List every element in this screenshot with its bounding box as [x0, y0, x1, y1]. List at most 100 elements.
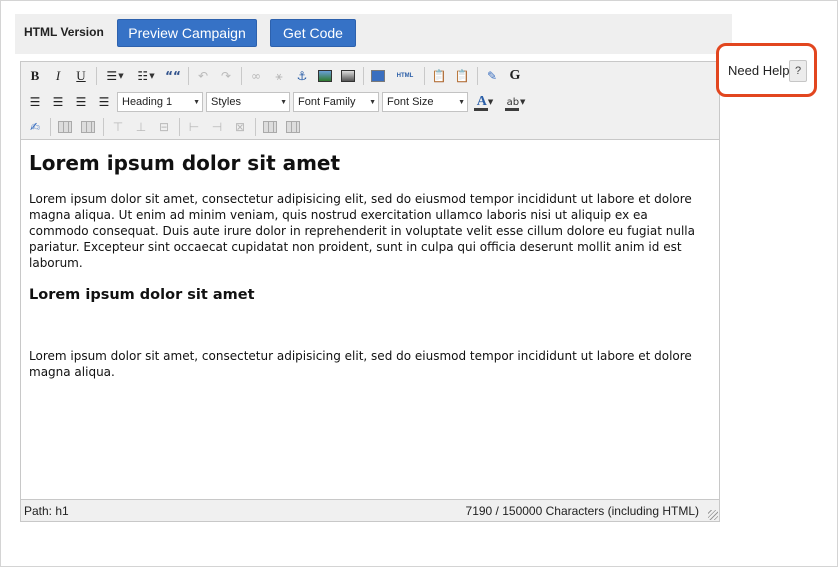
- align-justify-button[interactable]: ☰: [94, 92, 114, 112]
- bold-button[interactable]: B: [25, 66, 45, 86]
- rich-text-editor: B I U ☰▼ ☷▼ ““ ↶ ↷ ∞ ⚹ ⚓ HTML 📋 �: [20, 61, 720, 522]
- unlink-button[interactable]: ⚹: [269, 66, 289, 86]
- align-right-icon: ☰: [75, 95, 87, 109]
- insert-col-after-icon: ⊣: [211, 120, 223, 134]
- toolbar-separator: [241, 67, 242, 85]
- align-left-icon: ☰: [29, 95, 41, 109]
- bullet-list-icon: ☰: [106, 69, 118, 83]
- paste-word-button[interactable]: 📋: [452, 66, 472, 86]
- resize-grip-icon[interactable]: [708, 510, 718, 520]
- chevron-down-icon: ▼: [280, 98, 287, 106]
- italic-button[interactable]: I: [48, 66, 68, 86]
- editor-statusbar: Path: h1 7190 / 150000 Characters (inclu…: [21, 499, 719, 521]
- unlink-icon: ⚹: [275, 68, 283, 83]
- chevron-down-icon: ▼: [118, 72, 124, 80]
- heading-select[interactable]: Heading 1 ▼: [117, 92, 203, 112]
- split-cells-button[interactable]: [260, 117, 280, 137]
- underline-button[interactable]: U: [71, 66, 91, 86]
- merge-cells-button[interactable]: [283, 117, 303, 137]
- insert-row-before-icon: ⊤: [112, 120, 124, 134]
- insert-col-before-button[interactable]: ⊢: [184, 117, 204, 137]
- heading-select-value: Heading 1: [122, 96, 173, 108]
- chevron-down-icon: ▼: [487, 98, 494, 106]
- align-center-button[interactable]: ☰: [48, 92, 68, 112]
- delete-row-icon: ⊟: [158, 120, 170, 134]
- preview-icon: [371, 70, 385, 82]
- html-source-button[interactable]: HTML: [391, 66, 419, 86]
- link-button[interactable]: ∞: [246, 66, 266, 86]
- image-button[interactable]: [338, 66, 358, 86]
- element-path: Path: h1: [24, 504, 69, 518]
- google-button[interactable]: G: [505, 66, 525, 86]
- highlight-color-icon: ab: [506, 96, 520, 108]
- insert-image-icon: [318, 70, 332, 82]
- chevron-down-icon: ▼: [149, 72, 155, 80]
- undo-icon: ↶: [197, 69, 209, 83]
- align-center-icon: ☰: [52, 95, 64, 109]
- toolbar-separator: [477, 67, 478, 85]
- redo-icon: ↷: [220, 69, 232, 83]
- paste-text-button[interactable]: 📋: [429, 66, 449, 86]
- insert-row-after-button[interactable]: ⊥: [131, 117, 151, 137]
- get-code-button[interactable]: Get Code: [270, 19, 356, 47]
- chevron-down-icon: ▼: [193, 98, 200, 106]
- align-right-button[interactable]: ☰: [71, 92, 91, 112]
- numbered-list-button[interactable]: ☷ ▼: [132, 66, 160, 86]
- content-heading-2: Lorem ipsum dolor sit amet: [29, 287, 255, 303]
- table-row-props-button[interactable]: [55, 117, 75, 137]
- table-icon: [58, 121, 72, 133]
- edit-button[interactable]: ✍: [25, 117, 45, 137]
- paste-text-icon: 📋: [431, 69, 447, 83]
- edit-icon: ✍: [29, 120, 41, 134]
- toolbar-row-1: B I U ☰▼ ☷▼ ““ ↶ ↷ ∞ ⚹ ⚓ HTML 📋 �: [25, 65, 528, 87]
- need-help-label: Need Help: [728, 63, 790, 78]
- insert-col-before-icon: ⊢: [188, 120, 200, 134]
- italic-icon: I: [55, 68, 61, 83]
- highlight-color-swatch: [505, 108, 519, 111]
- delete-col-icon: ⊠: [234, 120, 246, 134]
- text-color-button[interactable]: A ▼: [471, 92, 499, 112]
- content-heading-1: Lorem ipsum dolor sit amet: [29, 151, 341, 175]
- insert-row-before-button[interactable]: ⊤: [108, 117, 128, 137]
- insert-row-after-icon: ⊥: [135, 120, 147, 134]
- insert-col-after-button[interactable]: ⊣: [207, 117, 227, 137]
- toolbar-separator: [255, 118, 256, 136]
- blockquote-button[interactable]: ““: [163, 66, 183, 86]
- redo-button[interactable]: ↷: [216, 66, 236, 86]
- blockquote-icon: ““: [165, 69, 181, 83]
- help-button[interactable]: ?: [789, 60, 807, 82]
- editor-toolbar: B I U ☰▼ ☷▼ ““ ↶ ↷ ∞ ⚹ ⚓ HTML 📋 �: [21, 62, 719, 140]
- styles-select-value: Styles: [211, 96, 241, 108]
- spellcheck-button[interactable]: ✎: [482, 66, 502, 86]
- anchor-button[interactable]: ⚓: [292, 66, 312, 86]
- toolbar-separator: [363, 67, 364, 85]
- image-icon: [341, 70, 355, 82]
- preview-campaign-button[interactable]: Preview Campaign: [117, 19, 257, 47]
- merge-cells-icon: [286, 121, 300, 133]
- align-left-button[interactable]: ☰: [25, 92, 45, 112]
- editor-content[interactable]: Lorem ipsum dolor sit amet Lorem ipsum d…: [21, 141, 719, 499]
- insert-image-button[interactable]: [315, 66, 335, 86]
- font-family-select-value: Font Family: [298, 96, 356, 108]
- delete-row-button[interactable]: ⊟: [154, 117, 174, 137]
- header-bar: HTML Version Preview Campaign Get Code: [15, 14, 732, 54]
- toolbar-separator: [96, 67, 97, 85]
- link-icon: ∞: [251, 69, 261, 83]
- highlight-color-button[interactable]: ab ▼: [502, 92, 530, 112]
- need-help-box: Need Help ?: [716, 43, 817, 97]
- font-size-select-value: Font Size: [387, 96, 434, 108]
- font-family-select[interactable]: Font Family ▼: [293, 92, 379, 112]
- preview-button[interactable]: [368, 66, 388, 86]
- delete-col-button[interactable]: ⊠: [230, 117, 250, 137]
- bullet-list-button[interactable]: ☰ ▼: [101, 66, 129, 86]
- underline-icon: U: [76, 68, 86, 83]
- text-color-swatch: [474, 108, 488, 111]
- styles-select[interactable]: Styles ▼: [206, 92, 290, 112]
- toolbar-separator: [179, 118, 180, 136]
- font-size-select[interactable]: Font Size ▼: [382, 92, 468, 112]
- undo-button[interactable]: ↶: [193, 66, 213, 86]
- toolbar-row-2: ☰ ☰ ☰ ☰ Heading 1 ▼ Styles ▼ Font Family…: [25, 91, 533, 113]
- table-cell-props-button[interactable]: [78, 117, 98, 137]
- align-justify-icon: ☰: [98, 95, 110, 109]
- content-paragraph-2: Lorem ipsum dolor sit amet, consectetur …: [29, 349, 692, 379]
